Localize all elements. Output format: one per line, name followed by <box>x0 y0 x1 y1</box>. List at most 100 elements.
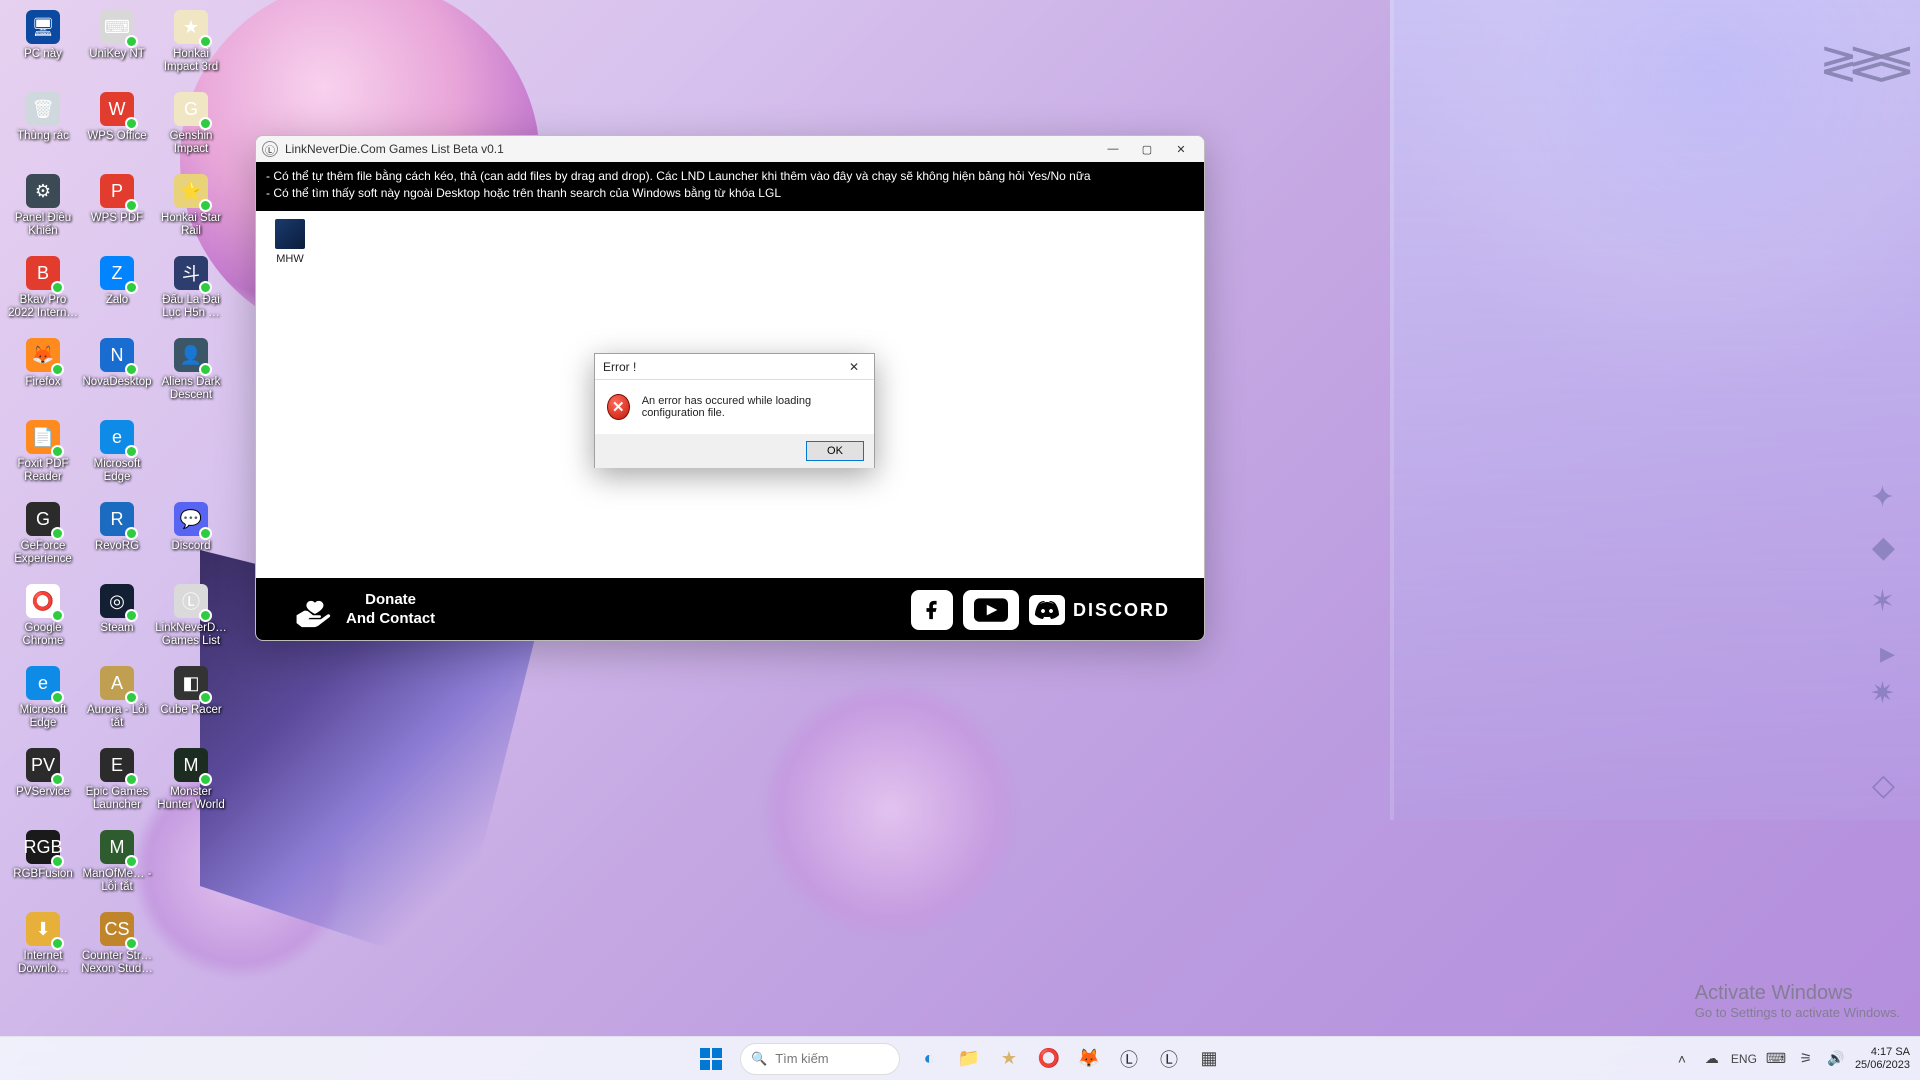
minimize-button[interactable]: — <box>1096 138 1130 160</box>
desktop-icon[interactable]: ZZalo <box>80 250 154 332</box>
desktop-icon[interactable]: eMicrosoft Edge <box>6 660 80 742</box>
shortcut-badge-icon <box>125 773 138 786</box>
game-item[interactable]: MHW <box>264 219 316 265</box>
desktop-icon[interactable]: eMicrosoft Edge <box>80 414 154 496</box>
desktop-icon[interactable]: MMonster Hunter World <box>154 742 228 824</box>
shortcut-badge-icon <box>125 609 138 622</box>
desktop-icon[interactable]: ⚙Panel Điều Khiển <box>6 168 80 250</box>
taskbar-pinned-copilot[interactable]: ◐ <box>909 1039 949 1079</box>
desktop-icon[interactable]: ⌨UniKey NT <box>80 4 154 86</box>
shortcut-badge-icon <box>125 527 138 540</box>
desktop-icon[interactable]: EEpic Games Launcher <box>80 742 154 824</box>
desktop-icon-label: Internet Downlo… <box>7 950 79 975</box>
tray-input-icon[interactable]: ⌨ <box>1765 1048 1787 1070</box>
facebook-icon <box>921 599 943 621</box>
app-icon: ⬇ <box>26 912 60 946</box>
taskbar-pinned-app[interactable]: ▦ <box>1189 1039 1229 1079</box>
taskbar-pinned-firefox[interactable]: 🦊 <box>1069 1039 1109 1079</box>
dialog-titlebar[interactable]: Error ! ✕ <box>595 354 874 380</box>
taskbar: 🔍 Tìm kiếm ◐📁★⭕🦊ⓁⓁ▦ ˄ ☁ ENG ⌨ ⚞ 🔊 4:17 S… <box>0 1036 1920 1080</box>
desktop-icon[interactable]: GGenshin Impact <box>154 86 228 168</box>
desktop-icon[interactable]: 👤Aliens Dark Descent <box>154 332 228 414</box>
ok-button[interactable]: OK <box>806 441 864 461</box>
taskbar-pinned-lnd2[interactable]: Ⓛ <box>1149 1039 1189 1079</box>
taskbar-pinned-honkai[interactable]: ★ <box>989 1039 1029 1079</box>
app-icon: ⌨ <box>100 10 134 44</box>
desktop-icon[interactable]: ⓁLinkNeverD… Games List <box>154 578 228 660</box>
tray-chevron-up-icon[interactable]: ˄ <box>1671 1048 1693 1070</box>
desktop-icon[interactable]: 🖥PC này <box>6 4 80 86</box>
activate-title: Activate Windows <box>1695 982 1900 1005</box>
wallpaper-side-icon: ✦ <box>1870 480 1895 515</box>
desktop-icon[interactable]: 📄Foxit PDF Reader <box>6 414 80 496</box>
wallpaper-deco-right <box>1390 0 1920 820</box>
start-button[interactable] <box>691 1039 731 1079</box>
desktop-icon[interactable]: ⭐Honkai Star Rail <box>154 168 228 250</box>
copilot-icon: ◐ <box>924 1048 935 1069</box>
desktop-icon-label: GeForce Experience <box>7 540 79 565</box>
taskbar-pinned-explorer[interactable]: 📁 <box>949 1039 989 1079</box>
shortcut-badge-icon <box>199 35 212 48</box>
taskbar-pinned-lnd1[interactable]: Ⓛ <box>1109 1039 1149 1079</box>
tray-volume-icon[interactable]: 🔊 <box>1825 1048 1847 1070</box>
dialog-close-button[interactable]: ✕ <box>842 358 866 376</box>
window-title: LinkNeverDie.Com Games List Beta v0.1 <box>285 142 504 156</box>
maximize-button[interactable]: ▢ <box>1130 138 1164 160</box>
desktop-icon-label: Đấu La Đại Lục H5n … <box>155 294 227 319</box>
desktop-icon[interactable]: CSCounter Str… Nexon Stud… <box>80 906 154 988</box>
desktop-icon[interactable]: NNovaDesktop <box>80 332 154 414</box>
desktop-icon[interactable]: 斗Đấu La Đại Lục H5n … <box>154 250 228 332</box>
tray-network-icon[interactable]: ⚞ <box>1795 1048 1817 1070</box>
app-icon: ◧ <box>174 666 208 700</box>
desktop-icon[interactable]: 🦊Firefox <box>6 332 80 414</box>
desktop-icon-label: Honkai Star Rail <box>155 212 227 237</box>
youtube-button[interactable] <box>963 590 1019 630</box>
desktop-icon[interactable]: ⭕Google Chrome <box>6 578 80 660</box>
info-line: - Có thể tìm thấy soft này ngoài Desktop… <box>266 185 1194 202</box>
desktop-icon-label: Thùng rác <box>17 130 69 143</box>
desktop-icon[interactable]: AAurora - Lỗi tắt <box>80 660 154 742</box>
desktop-icon[interactable]: PWPS PDF <box>80 168 154 250</box>
desktop-icon[interactable]: 💬Discord <box>154 496 228 578</box>
desktop-icon-label: LinkNeverD… Games List <box>155 622 227 647</box>
shortcut-badge-icon <box>51 609 64 622</box>
info-bar: - Có thể tự thêm file bằng cách kéo, thả… <box>256 162 1204 209</box>
app-icon: G <box>26 502 60 536</box>
desktop-icon-label: Honkai Impact 3rd <box>155 48 227 73</box>
discord-button[interactable]: DISCORD <box>1029 595 1170 625</box>
app-icon: N <box>100 338 134 372</box>
desktop-icon[interactable]: 🗑Thùng rác <box>6 86 80 168</box>
app-icon: 👤 <box>174 338 208 372</box>
desktop-icon[interactable]: RGBRGBFusion <box>6 824 80 906</box>
wallpaper-side-icon: ▸ <box>1880 636 1895 671</box>
tray-weather-icon[interactable]: ☁ <box>1701 1048 1723 1070</box>
desktop-icon[interactable]: ◧Cube Racer <box>154 660 228 742</box>
tray-language[interactable]: ENG <box>1731 1048 1757 1070</box>
desktop-icon[interactable]: MManOfMe… - Lỗi tắt <box>80 824 154 906</box>
desktop-icon[interactable]: WWPS Office <box>80 86 154 168</box>
desktop-icon[interactable]: ⬇ Internet Downlo… <box>6 906 80 988</box>
app-icon: 💬 <box>174 502 208 536</box>
search-placeholder: Tìm kiếm <box>775 1051 828 1066</box>
taskbar-search[interactable]: 🔍 Tìm kiếm <box>740 1043 900 1075</box>
desktop-icon[interactable]: RRevoRG <box>80 496 154 578</box>
error-dialog: Error ! ✕ ✕ An error has occured while l… <box>594 353 875 468</box>
close-button[interactable]: ✕ <box>1164 138 1198 160</box>
titlebar[interactable]: Ⓛ LinkNeverDie.Com Games List Beta v0.1 … <box>256 136 1204 162</box>
taskbar-pinned-chrome[interactable]: ⭕ <box>1029 1039 1069 1079</box>
desktop-icon[interactable]: G GeForce Experience <box>6 496 80 578</box>
app-icon: G <box>174 92 208 126</box>
app-icon: ★ <box>174 10 208 44</box>
desktop-icon[interactable]: BBkav Pro 2022 Intern… <box>6 250 80 332</box>
donate-button[interactable]: Donate And Contact <box>290 589 435 631</box>
shortcut-badge-icon <box>51 445 64 458</box>
tray-clock[interactable]: 4:17 SA 25/06/2023 <box>1855 1046 1910 1071</box>
desktop-icon[interactable]: ★ Honkai Impact 3rd <box>154 4 228 86</box>
desktop-icon[interactable]: PVPVService <box>6 742 80 824</box>
youtube-icon <box>974 598 1008 622</box>
desktop-icon[interactable]: ◎Steam <box>80 578 154 660</box>
desktop-icon-label: Aurora - Lỗi tắt <box>81 704 153 729</box>
discord-icon <box>1029 595 1065 625</box>
facebook-button[interactable] <box>911 590 953 630</box>
discord-label: DISCORD <box>1073 600 1170 621</box>
